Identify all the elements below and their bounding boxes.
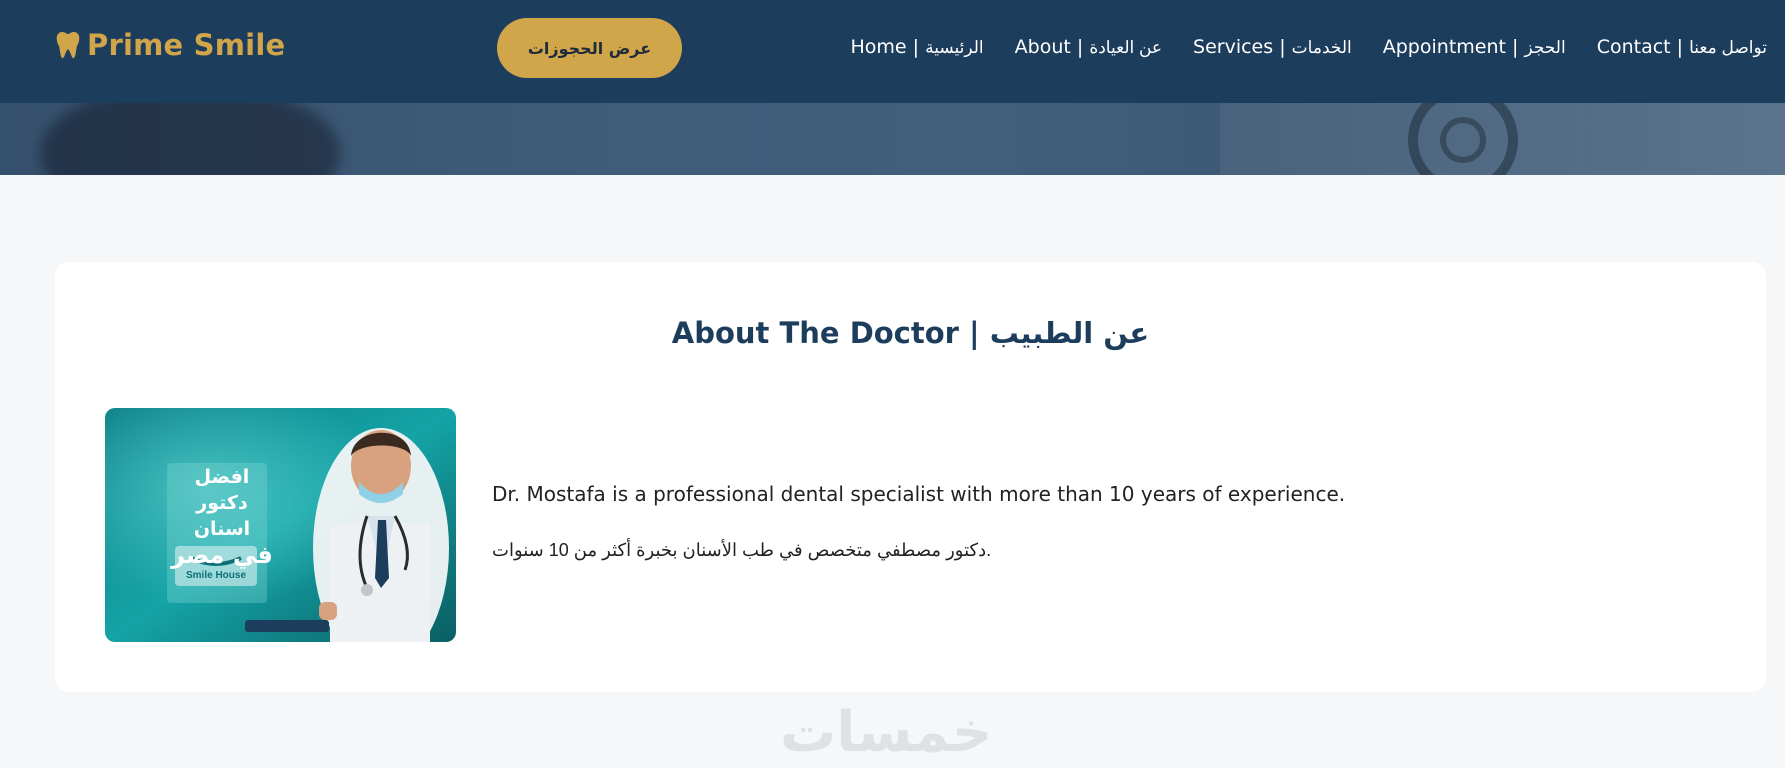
hero-shadow-shape	[40, 103, 340, 175]
section-title: About The Doctor | عن الطبيب	[671, 316, 1150, 350]
nav-link-about[interactable]: About | عن العيادة	[1015, 36, 1162, 58]
nav-link-home-en: Home	[850, 36, 907, 58]
nav-link-appointment[interactable]: Appointment | الحجز	[1383, 36, 1566, 58]
tooth-icon	[56, 31, 80, 59]
main-nav: Home | الرئيسية About | عن العيادة Servi…	[850, 36, 1767, 58]
photo-headline: افضل دكتور اسنان في مصر	[167, 464, 277, 568]
nav-link-appointment-ar: الحجز	[1524, 38, 1566, 57]
brand-logo[interactable]: Prime Smile	[55, 28, 285, 62]
photo-headline-line-2: اسنان	[193, 518, 251, 540]
about-text-en: Dr. Mostafa is a professional dental spe…	[492, 482, 1346, 506]
nav-link-appointment-en: Appointment	[1382, 36, 1506, 58]
watermark-logo: خمسات	[780, 700, 993, 765]
clinic-logo-text: Smile House	[185, 570, 247, 581]
nav-link-services-ar: الخدمات	[1291, 38, 1352, 57]
navbar: Prime Smile عرض الحجوزات Home | الرئيسية…	[0, 0, 1785, 103]
photo-headline-line-3: في مصر	[171, 541, 273, 569]
photo-headline-line-1: افضل دكتور	[194, 466, 250, 514]
nav-link-services[interactable]: Services | الخدمات	[1193, 36, 1352, 58]
hero-banner	[0, 103, 1785, 175]
nav-link-services-en: Services	[1193, 36, 1274, 58]
view-bookings-button[interactable]: عرض الحجوزات	[497, 18, 682, 78]
doctor-photo-image	[105, 408, 456, 642]
hero-dental-lamp-inner	[1440, 117, 1486, 163]
about-doctor-card: About The Doctor | عن الطبيب افضل دكتور …	[55, 262, 1766, 692]
nav-link-about-ar: عن العيادة	[1089, 38, 1163, 57]
nav-link-home[interactable]: Home | الرئيسية	[850, 36, 983, 58]
nav-link-about-en: About	[1014, 36, 1071, 58]
nav-link-contact[interactable]: Contact | تواصل معنا	[1597, 36, 1767, 58]
nav-link-contact-ar: تواصل معنا	[1689, 38, 1767, 57]
doctor-photo: افضل دكتور اسنان في مصر Smile House	[105, 408, 456, 642]
nav-link-contact-en: Contact	[1596, 36, 1671, 58]
nav-link-home-ar: الرئيسية	[925, 38, 984, 57]
brand-name: Prime Smile	[87, 28, 286, 62]
about-text-ar: دكتور مصطفي متخصص في طب الأسنان بخبرة أك…	[492, 540, 992, 560]
